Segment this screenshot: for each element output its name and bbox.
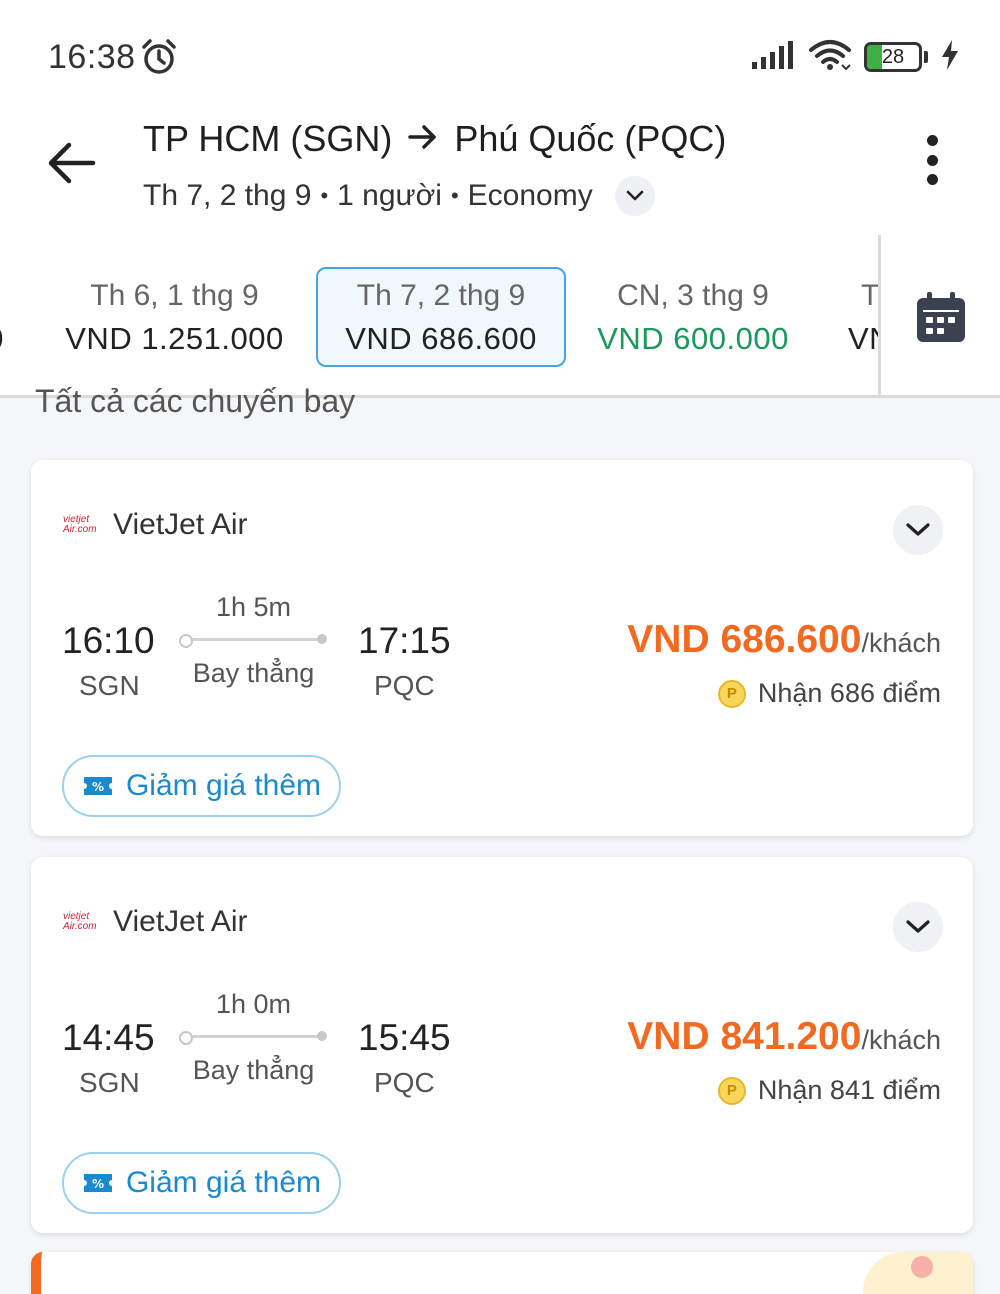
discount-button[interactable]: % Giảm giá thêm <box>62 755 341 817</box>
departure-time: 16:10 <box>62 620 155 661</box>
arrival-airport: PQC <box>374 1067 435 1098</box>
airline-logo: vietjet Air.com <box>63 514 97 535</box>
departure-time: 14:45 <box>62 1017 155 1058</box>
arrow-right-icon <box>408 121 438 158</box>
flight-expand-button[interactable] <box>893 902 943 952</box>
airline-info: vietjet Air.com VietJet Air <box>63 905 248 939</box>
chevron-down-icon <box>906 523 930 536</box>
status-icons: 28 <box>750 38 960 76</box>
section-title: Tất cả các chuyến bay <box>35 383 356 419</box>
date-item[interactable]: Th 6, 1 thg 9 VND 1.251.000 <box>52 267 297 367</box>
chevron-down-icon <box>626 190 644 201</box>
coupon-icon: % <box>83 777 112 795</box>
chevron-down-icon <box>906 920 930 933</box>
price-amount: VND 841.200 <box>627 1015 862 1058</box>
cabin-class: Economy <box>467 179 593 212</box>
flight-expand-button[interactable] <box>893 505 943 555</box>
date-item-cheapest[interactable]: CN, 3 thg 9 VND 600.000 <box>582 267 804 367</box>
origin-label: TP HCM (SGN) <box>143 118 393 159</box>
airline-name: VietJet Air <box>113 508 248 541</box>
date-item-selected[interactable]: Th 7, 2 thg 9 VND 686.600 <box>316 267 566 367</box>
coupon-icon: % <box>83 1174 112 1192</box>
departure-airport: SGN <box>79 670 140 701</box>
separator: • <box>450 183 459 208</box>
date-item-label: CN, 3 thg 9 <box>617 279 769 312</box>
calendar-icon <box>916 291 965 342</box>
travel-date: Th 7, 2 thg 9 <box>143 179 312 212</box>
search-summary[interactable]: Th 7, 2 thg 9 • 1 người • Economy <box>143 176 655 216</box>
passenger-count: 1 người <box>337 179 442 212</box>
airline-logo: vietjet Air.com <box>63 911 97 932</box>
arrival-time: 15:45 <box>358 1017 451 1058</box>
route-title: TP HCM (SGN) Phú Quốc (PQC) <box>143 118 726 160</box>
back-button[interactable] <box>40 132 102 194</box>
date-price-strip: 0 Th 6, 1 thg 9 VND 1.251.000 Th 7, 2 th… <box>0 235 1000 398</box>
reward-points: P Nhận 841 điểm <box>717 1075 941 1106</box>
wifi-icon <box>808 38 852 77</box>
more-vertical-icon <box>926 135 938 146</box>
date-item-partial-left[interactable]: 0 <box>0 267 10 367</box>
date-item-price: VND 600.000 <box>597 321 789 356</box>
date-item-price: VND 686.600 <box>345 321 537 356</box>
svg-text:%: % <box>92 1177 104 1191</box>
date-item-price: VND 1.251.000 <box>65 321 284 356</box>
promo-card-partial[interactable] <box>31 1252 973 1294</box>
route-line <box>179 1031 327 1045</box>
more-options-button[interactable] <box>914 132 950 188</box>
discount-label: Giảm giá thêm <box>125 769 322 802</box>
flight-price: VND 686.600/khách <box>627 618 941 662</box>
date-item-label: Th 7, 2 thg 9 <box>356 279 526 312</box>
departure-airport: SGN <box>79 1067 140 1098</box>
calendar-button[interactable] <box>881 235 1000 395</box>
svg-text:%: % <box>92 780 104 794</box>
arrival-airport: PQC <box>374 670 435 701</box>
battery-icon: 28 <box>864 42 928 72</box>
discount-label: Giảm giá thêm <box>125 1166 322 1199</box>
discount-button[interactable]: % Giảm giá thêm <box>62 1152 341 1214</box>
price-unit: /khách <box>861 628 941 658</box>
coin-icon: P <box>717 1076 746 1105</box>
coin-icon: P <box>717 679 746 708</box>
status-bar: 16:38 28 <box>0 0 1000 110</box>
flight-stops: Bay thẳng <box>192 1055 315 1085</box>
charging-icon <box>940 39 960 76</box>
alarm-icon <box>140 38 178 76</box>
destination-label: Phú Quốc (PQC) <box>454 118 727 159</box>
summary-expand-button[interactable] <box>614 176 655 216</box>
reward-points-label: Nhận 841 điểm <box>757 1075 941 1105</box>
price-unit: /khách <box>861 1025 941 1055</box>
status-time: 16:38 <box>48 38 136 76</box>
flight-duration: 1h 0m <box>215 989 292 1019</box>
separator: • <box>320 183 329 208</box>
arrow-left-icon <box>48 142 96 184</box>
signal-icon <box>750 40 796 75</box>
search-header: TP HCM (SGN) Phú Quốc (PQC) Th 7, 2 thg … <box>0 110 1000 235</box>
route-line <box>179 634 327 648</box>
airline-info: vietjet Air.com VietJet Air <box>63 508 248 542</box>
flight-card[interactable]: vietjet Air.com VietJet Air 16:10 SGN 1h… <box>31 460 973 836</box>
price-amount: VND 686.600 <box>627 618 862 661</box>
arrival-time: 17:15 <box>358 620 451 661</box>
reward-points: P Nhận 686 điểm <box>717 678 941 709</box>
date-item-label: Th 6, 1 thg 9 <box>90 279 259 312</box>
reward-points-label: Nhận 686 điểm <box>757 678 941 708</box>
flight-duration: 1h 5m <box>215 592 292 622</box>
airline-name: VietJet Air <box>113 905 248 938</box>
flight-stops: Bay thẳng <box>192 658 315 688</box>
flight-card[interactable]: vietjet Air.com VietJet Air 14:45 SGN 1h… <box>31 857 973 1233</box>
flight-price: VND 841.200/khách <box>627 1015 941 1059</box>
battery-text: 28 <box>881 46 905 68</box>
